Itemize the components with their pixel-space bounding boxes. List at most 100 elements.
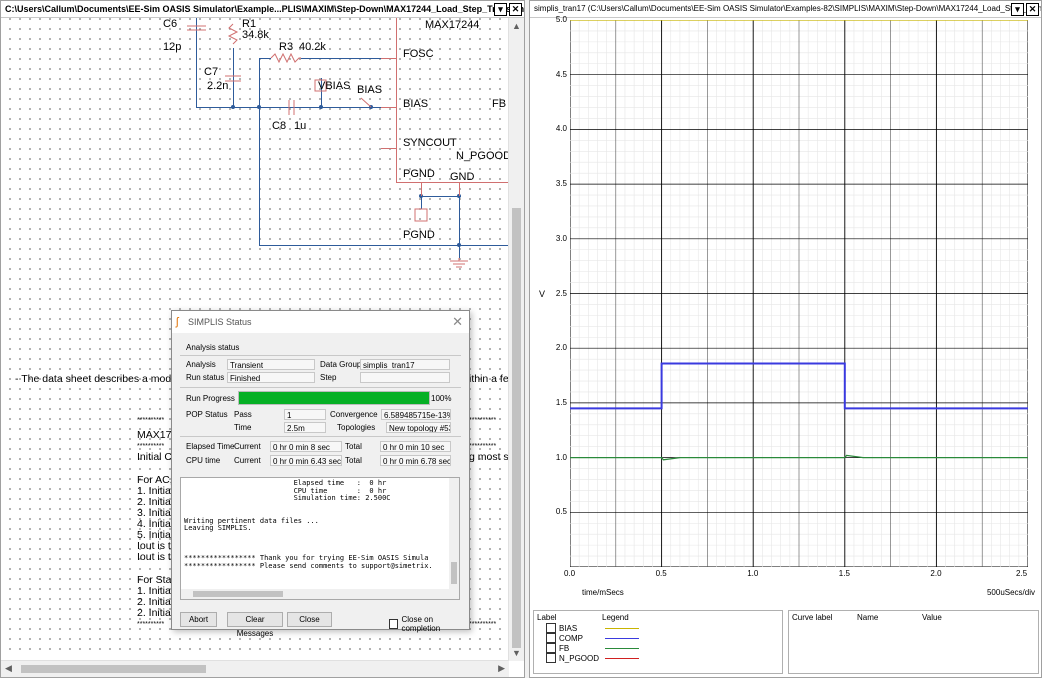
topologies-value: New topology #53 [386, 422, 451, 433]
close-button[interactable]: Close [287, 612, 332, 627]
text-line: g most sir [469, 451, 510, 463]
legend-row[interactable]: BIAS [546, 623, 639, 633]
analysis-value: Transient [227, 359, 315, 370]
step-value [360, 372, 450, 383]
close-icon[interactable]: ✕ [452, 311, 463, 333]
cpu-current-value: 0 hr 0 min 6.43 sec [270, 455, 342, 466]
r1-value: 34.8k [242, 29, 269, 41]
text-line: 2. Initial [137, 607, 174, 619]
scroll-right-icon[interactable]: ▶ [498, 663, 505, 674]
run-progress-bar [238, 391, 430, 405]
section-label: Analysis status [186, 343, 240, 352]
x-tick-label: 0.0 [564, 569, 576, 578]
cursor-panel: Curve label Name Value [788, 610, 1039, 674]
legend-header-label: Label [537, 613, 557, 622]
cpu-total-label: Total [345, 456, 362, 465]
graph-window: simplis_tran17 (C:\Users\Callum\Document… [529, 0, 1042, 678]
topologies-label: Topologies [337, 423, 376, 432]
r3-label: R3 [279, 41, 294, 53]
convergence-label: Convergence [330, 410, 378, 419]
stars-line: ********** [137, 621, 165, 628]
pop-pass-label: Pass [234, 410, 252, 419]
plot-area[interactable] [570, 20, 1028, 567]
y-tick-label: 4.0 [555, 124, 567, 134]
cursor-header-value: Value [922, 613, 942, 622]
run-status-label: Run status [186, 373, 225, 382]
scroll-up-icon[interactable]: ▲ [512, 21, 521, 31]
dropdown-icon[interactable]: ▾ [494, 3, 507, 16]
c6-value: 12p [163, 41, 182, 53]
x-tick-label: 0.5 [655, 569, 667, 578]
message-log[interactable]: Elapsed time : 0 hr CPU time : 0 hr Simu… [180, 477, 460, 600]
legend-checkbox[interactable] [546, 623, 556, 633]
checkbox-box[interactable] [389, 619, 399, 629]
legend-label: COMP [559, 633, 583, 643]
close-on-completion-checkbox[interactable]: Close on completion [389, 615, 469, 633]
schematic-title: C:\Users\Callum\Documents\EE-Sim OASIS S… [5, 4, 524, 14]
elapsed-label: Elapsed Time [186, 442, 235, 451]
time-value: 2.5m [284, 422, 326, 433]
scroll-down-icon[interactable]: ▼ [512, 648, 521, 658]
close-icon[interactable]: ✕ [1026, 3, 1039, 16]
c6-label: C6 [163, 18, 178, 30]
stars-line: ********** [469, 417, 497, 424]
abort-button[interactable]: Abort [180, 612, 217, 627]
data-group-label: Data Group [320, 360, 362, 369]
y-tick-label: 3.0 [555, 233, 567, 243]
dialog-title-bar: ʃ SIMPLIS Status ✕ [172, 311, 469, 333]
x-tick-label: 1.5 [838, 569, 850, 578]
log-text: Elapsed time : 0 hr CPU time : 0 hr Simu… [184, 479, 433, 570]
description-line: - The data sheet describes a mode f [15, 373, 183, 385]
elapsed-total-value: 0 hr 0 min 10 sec [380, 441, 451, 452]
pgnd-net-label: PGND [403, 229, 435, 241]
cpu-label: CPU time [186, 456, 221, 465]
cursor-header-label: Curve label [792, 613, 833, 622]
legend-checkbox[interactable] [546, 643, 556, 653]
log-vertical-scrollbar[interactable] [449, 478, 459, 599]
legend-swatch [605, 647, 639, 649]
legend-row[interactable]: N_PGOOD [546, 653, 639, 663]
scroll-thumb[interactable] [512, 208, 521, 648]
legend-row[interactable]: FB [546, 643, 639, 653]
clear-messages-button[interactable]: Clear Messages [227, 612, 283, 638]
scroll-thumb[interactable] [451, 562, 457, 584]
dropdown-icon[interactable]: ▾ [1011, 3, 1024, 16]
log-horizontal-scrollbar[interactable] [181, 589, 449, 599]
close-icon[interactable]: ✕ [509, 3, 522, 16]
legend-label: FB [559, 643, 570, 653]
scroll-thumb[interactable] [193, 591, 283, 597]
legend-checkbox[interactable] [546, 633, 556, 643]
legend-checkbox[interactable] [546, 653, 556, 663]
cpu-total-value: 0 hr 0 min 6.78 sec [380, 455, 451, 466]
y-tick-label: 1.5 [555, 397, 567, 407]
elapsed-current-value: 0 hr 0 min 8 sec [270, 441, 342, 452]
divider [180, 355, 461, 356]
pin-gnd: GND [450, 171, 475, 183]
pop-status-label: POP Status [186, 410, 228, 419]
schematic-vertical-scrollbar[interactable]: ▲ ▼ [508, 18, 524, 661]
scroll-left-icon[interactable]: ◀ [5, 663, 12, 674]
schematic-horizontal-scrollbar[interactable]: ◀ ▶ [1, 660, 509, 677]
legend-label: N_PGOOD [559, 653, 600, 663]
ic-name: MAX17244 [425, 19, 480, 31]
graph-title-bar: simplis_tran17 (C:\Users\Callum\Document… [530, 1, 1041, 18]
y-tick-label: 1.0 [555, 452, 567, 462]
step-label: Step [320, 373, 337, 382]
legend-swatch [605, 627, 639, 629]
legend-swatch [605, 637, 639, 639]
legend-row[interactable]: COMP [546, 633, 639, 643]
y-tick-label: 2.5 [555, 288, 567, 298]
time-label: Time [234, 423, 252, 432]
scroll-thumb[interactable] [21, 665, 206, 673]
cpu-current-label: Current [234, 456, 261, 465]
y-tick-label: 5.0 [555, 15, 567, 24]
run-progress-label: Run Progress [186, 394, 235, 403]
y-tick-label: 0.5 [555, 507, 567, 517]
legend-header-legend: Legend [602, 613, 629, 622]
run-progress-text: 100% [431, 394, 452, 403]
x-tick-label: 2.0 [930, 569, 942, 578]
y-tick-label: 2.0 [555, 343, 567, 353]
c8-value: 1u [294, 120, 307, 132]
legend-swatch [605, 657, 639, 659]
bias-net-label: BIAS [357, 84, 383, 96]
